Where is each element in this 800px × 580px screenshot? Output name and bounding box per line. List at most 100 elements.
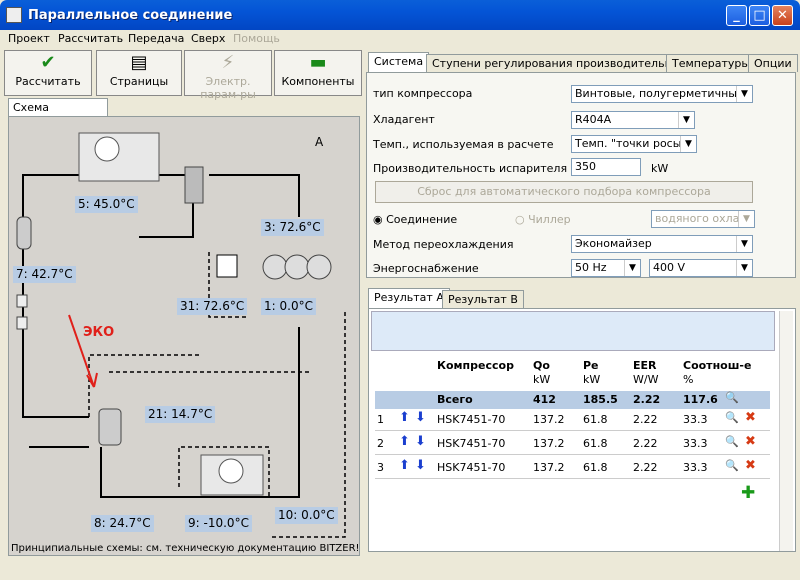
row-number: 2: [377, 437, 384, 450]
row-model: HSK7451-70: [437, 413, 506, 426]
row-model: HSK7451-70: [437, 461, 506, 474]
menu-help[interactable]: Помощь: [233, 32, 280, 45]
capacity-input[interactable]: 350: [571, 158, 641, 176]
point-7-temp: 7: 42.7°C: [13, 266, 76, 283]
menu-extra[interactable]: Сверх: [191, 32, 225, 45]
menu-project[interactable]: Проект: [8, 32, 50, 45]
arrow-up-icon[interactable]: ⬆: [399, 410, 410, 425]
capacity-label: Производительность испарителя: [373, 162, 568, 175]
point-9-temp: 9: -10.0°C: [185, 515, 252, 532]
chevron-down-icon: ▼: [736, 86, 752, 102]
magnifier-icon[interactable]: 🔍: [725, 411, 739, 424]
power-label: Энергоснабжение: [373, 262, 479, 275]
col-eer: EER: [633, 359, 657, 372]
minimize-button[interactable]: _: [726, 5, 747, 26]
compressor-icon: ▬: [309, 52, 327, 73]
reset-selection-button[interactable]: Сброс для автоматического подбора компре…: [375, 181, 753, 203]
system-panel: тип компрессора Винтовые, полугерметичны…: [366, 72, 796, 278]
tab-system-scheme[interactable]: Схема установки: [8, 98, 108, 127]
refrigerant-label: Хладагент: [373, 113, 435, 126]
radio-chiller[interactable]: ○ Чиллер: [515, 213, 571, 226]
row-eer: 2.22: [633, 413, 658, 426]
tab-temperatures[interactable]: Температуры: [666, 54, 757, 72]
pages-button[interactable]: ▤ Страницы: [96, 50, 182, 96]
calc-temp-select[interactable]: Темп. "точки росы" ▼: [571, 135, 697, 153]
delete-icon[interactable]: ✖: [745, 434, 756, 449]
subcool-label: Метод переохлаждения: [373, 238, 514, 251]
chevron-down-icon: ▼: [736, 236, 752, 252]
compressor-type-label: тип компрессора: [373, 87, 473, 100]
capacity-unit: kW: [651, 162, 669, 175]
menu-calculate[interactable]: Рассчитать: [58, 32, 123, 45]
point-8-temp: 8: 24.7°C: [91, 515, 154, 532]
row-pe: 61.8: [583, 437, 608, 450]
arrow-down-icon[interactable]: ⬇: [415, 410, 426, 425]
unit-pe: kW: [583, 373, 601, 386]
magnifier-icon[interactable]: 🔍: [725, 391, 739, 404]
row-ratio: 33.3: [683, 413, 708, 426]
delete-icon[interactable]: ✖: [745, 410, 756, 425]
voltage-select[interactable]: 400 V ▼: [649, 259, 753, 277]
calculate-button[interactable]: ✔ Рассчитать: [4, 50, 92, 96]
total-eer: 2.22: [633, 393, 661, 406]
table-row: 3 ⬆ ⬇ HSK7451-70 137.2 61.8 2.22 33.3 🔍 …: [375, 457, 770, 479]
refrigerant-select[interactable]: R404A ▼: [571, 111, 695, 129]
table-row: 1 ⬆ ⬇ HSK7451-70 137.2 61.8 2.22 33.3 🔍 …: [375, 409, 770, 431]
delete-icon[interactable]: ✖: [745, 458, 756, 473]
chevron-down-icon: ▼: [736, 260, 752, 276]
maximize-button[interactable]: □: [749, 5, 770, 26]
table-row: 2 ⬆ ⬇ HSK7451-70 137.2 61.8 2.22 33.3 🔍 …: [375, 433, 770, 455]
title-bar: Параллельное соединение _ □ ✕: [0, 0, 800, 30]
frequency-select[interactable]: 50 Hz ▼: [571, 259, 641, 277]
tab-result-a[interactable]: Результат A: [368, 288, 450, 309]
point-3-temp: 3: 72.6°C: [261, 219, 324, 236]
unit-eer: W/W: [633, 373, 659, 386]
chevron-down-icon: ▼: [624, 260, 640, 276]
magnifier-icon[interactable]: 🔍: [725, 459, 739, 472]
components-button[interactable]: ▬ Компоненты: [274, 50, 362, 96]
tab-system[interactable]: Система: [368, 52, 430, 73]
total-ratio: 117.6: [683, 393, 718, 406]
magnifier-icon[interactable]: 🔍: [725, 435, 739, 448]
add-compressor-icon[interactable]: ✚: [741, 483, 755, 503]
close-button[interactable]: ✕: [772, 5, 793, 26]
unit-qo: kW: [533, 373, 551, 386]
window-title: Параллельное соединение: [28, 8, 233, 23]
total-qo: 412: [533, 393, 556, 406]
cooling-select[interactable]: водяного охлаж ▼: [651, 210, 755, 228]
row-pe: 61.8: [583, 413, 608, 426]
arrow-down-icon[interactable]: ⬇: [415, 458, 426, 473]
row-qo: 137.2: [533, 413, 565, 426]
tab-result-b[interactable]: Результат B: [442, 290, 524, 308]
point-21-temp: 21: 14.7°C: [145, 406, 216, 423]
calc-temp-label: Темп., используемая в расчете: [373, 138, 554, 151]
chevron-down-icon: ▼: [678, 112, 694, 128]
row-qo: 137.2: [533, 461, 565, 474]
row-ratio: 33.3: [683, 437, 708, 450]
toolbar: ✔ Рассчитать ▤ Страницы ⚡ Электр. парам-ры …: [4, 50, 362, 101]
results-message-area: [371, 311, 775, 351]
printer-icon: ▤: [130, 52, 148, 73]
status-bar: [0, 560, 800, 580]
electrical-params-button[interactable]: ⚡ Электр. парам-ры: [184, 50, 272, 101]
arrow-down-icon[interactable]: ⬇: [415, 434, 426, 449]
col-pe: Pe: [583, 359, 599, 372]
point-31-temp: 31: 72.6°C: [177, 298, 248, 315]
row-number: 1: [377, 413, 384, 426]
arrow-up-icon[interactable]: ⬆: [399, 434, 410, 449]
spark-icon: ⚡: [221, 52, 235, 73]
radio-connection[interactable]: ◉ Соединение: [373, 213, 457, 226]
results-scrollbar[interactable]: [779, 311, 793, 551]
system-diagram: A ЭКО 5: 45.0°C 3: 72.6°C 7: 42.7°C 31: …: [8, 116, 360, 556]
compressor-type-select[interactable]: Винтовые, полугерметичные ▼: [571, 85, 753, 103]
diagram-corner-label: A: [315, 135, 324, 149]
checkmark-icon: ✔: [40, 52, 56, 73]
tab-options[interactable]: Опции: [748, 54, 798, 72]
tab-capacity-steps[interactable]: Ступени регулирования производительности: [426, 54, 705, 72]
col-ratio: Соотнош-е: [683, 359, 752, 372]
arrow-up-icon[interactable]: ⬆: [399, 458, 410, 473]
subcool-select[interactable]: Экономайзер ▼: [571, 235, 753, 253]
chevron-down-icon: ▼: [738, 211, 754, 227]
point-10-temp: 10: 0.0°C: [275, 507, 338, 524]
menu-transfer[interactable]: Передача: [128, 32, 184, 45]
